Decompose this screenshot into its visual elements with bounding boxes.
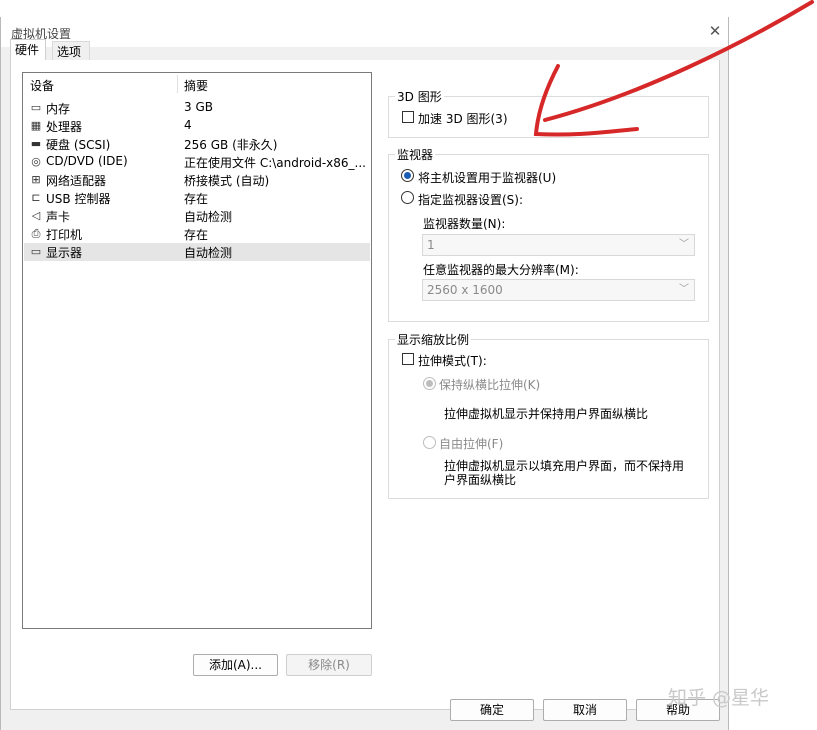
free-stretch-radio[interactable] bbox=[423, 436, 436, 449]
stretch-mode-checkbox[interactable] bbox=[402, 353, 414, 365]
resolution-value: 2560 x 1600 bbox=[427, 283, 503, 297]
keep-ratio-description: 拉伸虚拟机显示并保持用户界面纵横比 bbox=[444, 407, 649, 421]
device-name: 网络适配器 bbox=[46, 174, 107, 188]
remove-button[interactable]: 移除(R) bbox=[286, 654, 372, 676]
printer-icon: ⎙ bbox=[31, 227, 41, 240]
device-summary: 自动检测 bbox=[184, 210, 233, 224]
device-row[interactable]: ⊞ 网络适配器 桥接模式 (自动) bbox=[24, 171, 370, 189]
ok-button[interactable]: 确定 bbox=[450, 699, 534, 721]
keep-ratio-radio[interactable] bbox=[423, 377, 436, 390]
display-scaling-legend: 显示缩放比例 bbox=[397, 333, 470, 347]
sound-card-icon: ◁ bbox=[31, 209, 41, 222]
device-summary: 存在 bbox=[184, 228, 209, 242]
device-name: 显示器 bbox=[46, 246, 83, 260]
resolution-label: 任意监视器的最大分辨率(M): bbox=[423, 263, 579, 277]
stretch-mode-label[interactable]: 拉伸模式(T): bbox=[418, 352, 487, 369]
device-summary: 桥接模式 (自动) bbox=[184, 174, 270, 188]
use-host-monitor-label[interactable]: 将主机设置用于监视器(U) bbox=[418, 169, 556, 186]
resolution-select[interactable]: 2560 x 1600 ﹀ bbox=[422, 279, 695, 301]
annotation-arrow-head bbox=[533, 64, 639, 137]
monitor-count-value: 1 bbox=[427, 238, 435, 252]
device-row[interactable]: ◁ 声卡 自动检测 bbox=[24, 207, 370, 225]
keep-ratio-label[interactable]: 保持纵横比拉伸(K) bbox=[439, 376, 540, 393]
use-host-monitor-radio[interactable] bbox=[401, 169, 414, 182]
free-stretch-description-line1: 拉伸虚拟机显示以填充用户界面，而不保持用 bbox=[444, 459, 685, 473]
device-name: 声卡 bbox=[46, 210, 71, 224]
monitor-count-label: 监视器数量(N): bbox=[423, 217, 506, 231]
free-stretch-label[interactable]: 自由拉伸(F) bbox=[439, 435, 503, 452]
annotation-arrow-shaft bbox=[543, 0, 814, 122]
add-button[interactable]: 添加(A)... bbox=[193, 654, 278, 676]
monitor-count-select[interactable]: 1 ﹀ bbox=[422, 234, 695, 256]
usb-icon: ⊏ bbox=[31, 191, 41, 204]
chevron-down-icon: ﹀ bbox=[679, 284, 689, 295]
annotation-arrow bbox=[533, 0, 814, 137]
specify-monitor-label[interactable]: 指定监视器设置(S): bbox=[418, 191, 523, 208]
device-row[interactable]: ▭ 显示器 自动检测 bbox=[24, 243, 370, 261]
display-icon: ▭ bbox=[30, 245, 42, 258]
device-summary: 存在 bbox=[184, 192, 209, 206]
device-row[interactable]: ⊏ USB 控制器 存在 bbox=[24, 189, 370, 207]
device-name: 打印机 bbox=[46, 228, 83, 242]
cancel-button[interactable]: 取消 bbox=[543, 699, 627, 721]
free-stretch-description-line2: 户界面纵横比 bbox=[444, 473, 517, 487]
chevron-down-icon: ﹀ bbox=[679, 239, 689, 250]
network-adapter-icon: ⊞ bbox=[31, 173, 41, 186]
device-name: USB 控制器 bbox=[46, 192, 111, 206]
device-summary: 自动检测 bbox=[184, 246, 233, 260]
device-row[interactable]: ⎙ 打印机 存在 bbox=[24, 225, 370, 243]
specify-monitor-radio[interactable] bbox=[401, 191, 414, 204]
zhihu-watermark: 知乎 @星华 bbox=[668, 687, 770, 709]
